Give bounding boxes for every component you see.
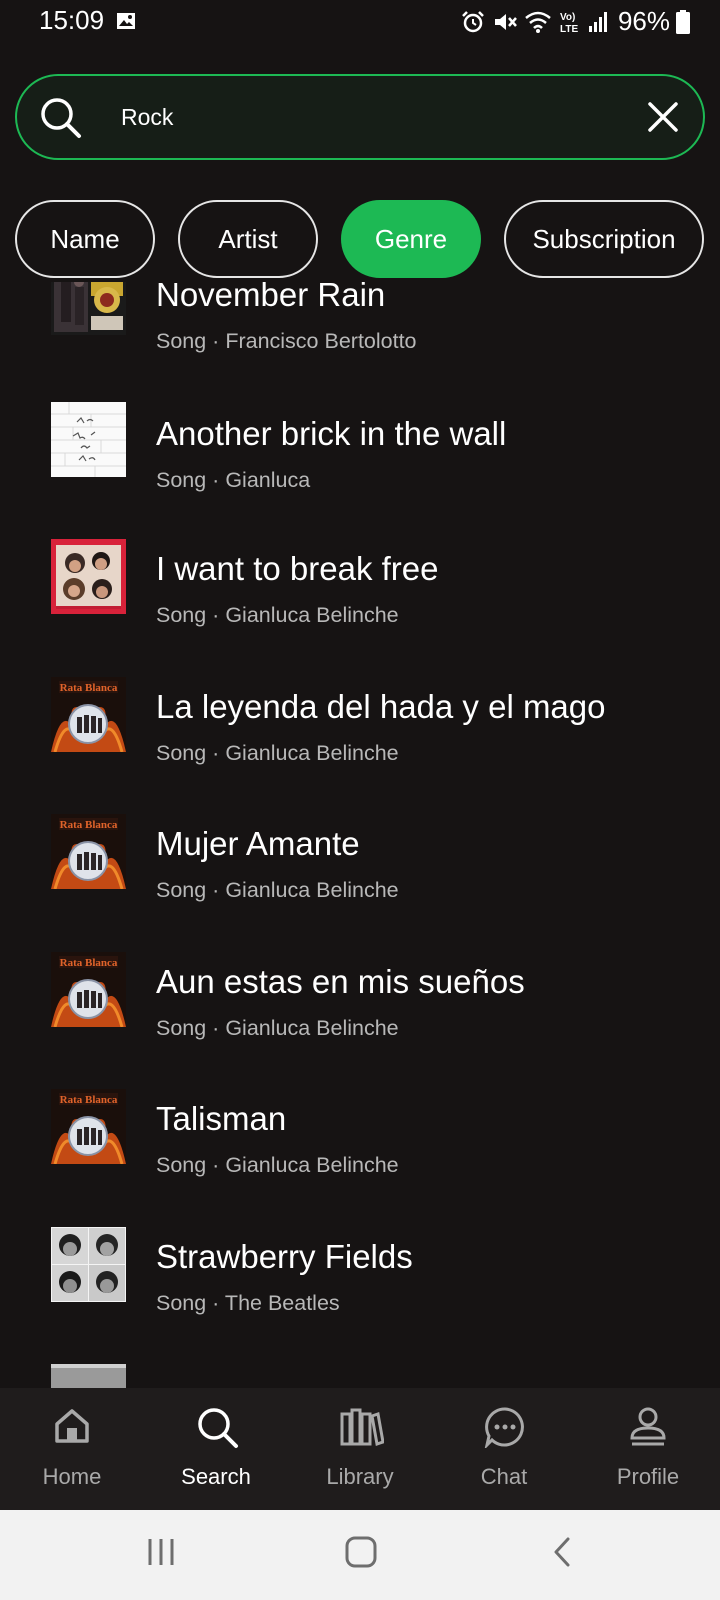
song-title: Aun estas en mis sueños: [156, 963, 525, 1000]
song-subtitle: Song · Gianluca Belinche: [156, 1016, 399, 1040]
status-bar: 15:09 Vo) LTE 96%: [0, 0, 720, 44]
nav-profile[interactable]: Profile: [588, 1388, 708, 1510]
filter-chip-subscription[interactable]: Subscription: [504, 200, 704, 278]
song-title: Another brick in the wall: [156, 415, 507, 452]
song-subtitle: Song · Gianluca Belinche: [156, 1153, 399, 1177]
list-item[interactable]: Another brick in the wall Song · Gianluc…: [0, 400, 720, 530]
filter-chip-label: Genre: [374, 223, 448, 254]
home-icon: [55, 1409, 89, 1443]
svg-text:LTE: LTE: [560, 24, 578, 35]
wifi-icon: [524, 10, 552, 34]
chat-icon: [484, 1407, 524, 1448]
svg-text:Rata Blanca: Rata Blanca: [60, 1094, 118, 1106]
search-bar[interactable]: [15, 74, 705, 160]
nav-label: Home: [42, 1464, 102, 1489]
list-item[interactable]: I want to break free Song · Gianluca Bel…: [0, 537, 720, 667]
song-subtitle: Song · Gianluca Belinche: [156, 603, 399, 627]
list-item-partial[interactable]: [0, 1362, 720, 1388]
song-title: Talisman: [156, 1100, 287, 1137]
gallery-icon: [116, 11, 136, 36]
nav-label: Library: [326, 1464, 394, 1489]
svg-text:Rata Blanca: Rata Blanca: [60, 957, 118, 969]
nav-home[interactable]: Home: [12, 1388, 132, 1510]
bottom-navigation: Home Search Library Chat Profile: [0, 1388, 720, 1510]
svg-text:Vo): Vo): [560, 12, 575, 23]
nav-label: Search: [181, 1464, 251, 1489]
album-cover-queen: [51, 539, 126, 614]
filter-chip-name[interactable]: Name: [15, 200, 155, 278]
status-time: 15:09: [39, 5, 105, 35]
home-button-icon[interactable]: [344, 1535, 378, 1574]
nav-library[interactable]: Library: [300, 1388, 420, 1510]
library-icon: [340, 1408, 384, 1446]
album-cover-rata-blanca: Rata Blanca: [51, 814, 126, 889]
song-subtitle: Song · Gianluca Belinche: [156, 878, 399, 902]
nav-label: Profile: [616, 1464, 680, 1489]
song-title: Mujer Amante: [156, 825, 360, 862]
list-item[interactable]: November Rain Song · Francisco Bertolott…: [0, 282, 720, 392]
battery-percent: 96%: [617, 6, 670, 36]
song-title: November Rain: [156, 282, 386, 313]
music-search-screen: 15:09 Vo) LTE 96% Rock Name Artist Genre…: [0, 0, 720, 1600]
mute-icon: [492, 9, 518, 35]
filter-chip-label: Subscription: [532, 223, 676, 254]
clear-search-icon[interactable]: [645, 99, 681, 140]
svg-text:Rata Blanca: Rata Blanca: [60, 819, 118, 831]
back-icon[interactable]: [550, 1535, 574, 1574]
search-results-list[interactable]: November Rain Song · Francisco Bertolott…: [0, 282, 720, 1388]
list-item[interactable]: Rata Blanca Talisman Song · Gianluca Bel…: [0, 1087, 720, 1217]
nav-label: Chat: [480, 1464, 528, 1489]
profile-icon: [630, 1407, 666, 1446]
filter-chip-genre[interactable]: Genre: [341, 200, 481, 278]
signal-icon: [588, 10, 610, 34]
album-cover-beatles: [51, 1227, 126, 1302]
album-cover-pink-floyd: [51, 402, 126, 477]
battery-icon: [676, 9, 690, 34]
song-title: I want to break free: [156, 550, 439, 587]
filter-chip-artist[interactable]: Artist: [178, 200, 318, 278]
nav-search[interactable]: Search: [156, 1388, 276, 1510]
system-navigation-bar: [0, 1510, 720, 1600]
song-subtitle: Song · Gianluca Belinche: [156, 741, 399, 765]
song-title: Strawberry Fields: [156, 1238, 413, 1275]
album-cover-rata-blanca: Rata Blanca: [51, 677, 126, 752]
list-item[interactable]: Rata Blanca La leyenda del hada y el mag…: [0, 675, 720, 805]
album-cover-partial: [51, 1364, 126, 1388]
alarm-icon: [460, 9, 486, 35]
volte-icon: Vo) LTE: [558, 9, 582, 35]
search-icon: [39, 96, 83, 145]
svg-text:Rata Blanca: Rata Blanca: [60, 682, 118, 694]
song-title: La leyenda del hada y el mago: [156, 688, 606, 725]
album-cover-gnr: [51, 282, 126, 335]
song-subtitle: Song · Francisco Bertolotto: [156, 329, 417, 353]
filter-chip-label: Artist: [218, 223, 278, 254]
filter-chip-label: Name: [50, 223, 120, 254]
search-input[interactable]: [121, 96, 621, 138]
album-cover-rata-blanca: Rata Blanca: [51, 1089, 126, 1164]
search-icon: [198, 1408, 238, 1448]
list-item[interactable]: Strawberry Fields Song · The Beatles: [0, 1224, 720, 1354]
nav-chat[interactable]: Chat: [444, 1388, 564, 1510]
album-cover-rata-blanca: Rata Blanca: [51, 952, 126, 1027]
song-subtitle: Song · Gianluca: [156, 468, 311, 492]
list-item[interactable]: Rata Blanca Aun estas en mis sueños Song…: [0, 950, 720, 1080]
recent-apps-icon[interactable]: [146, 1535, 176, 1574]
status-icons: Vo) LTE 96%: [460, 6, 690, 37]
song-subtitle: Song · The Beatles: [156, 1291, 340, 1315]
list-item[interactable]: Rata Blanca Mujer Amante Song · Gianluca…: [0, 812, 720, 942]
